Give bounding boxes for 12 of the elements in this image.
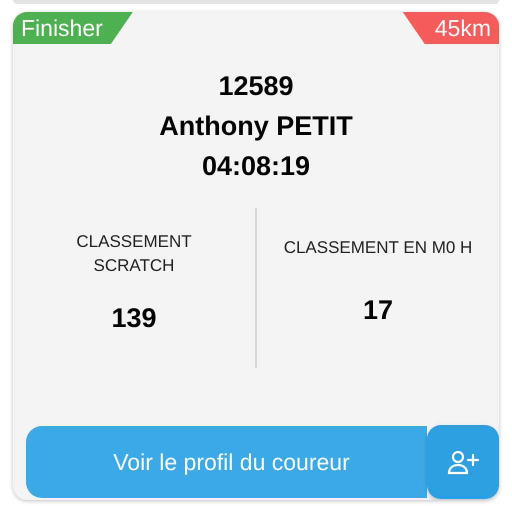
add-user-button[interactable] (427, 425, 499, 499)
finish-time: 04:08:19 (202, 150, 310, 183)
distance-badge: 45km (402, 12, 499, 44)
ranking-value: 17 (362, 294, 394, 327)
ranking-label: CLASSEMENT SCRATCH (75, 231, 193, 277)
finisher-badge: Finisher (13, 12, 133, 44)
bib-number: 12589 (218, 70, 294, 103)
runner-name: Anthony PETIT (159, 110, 353, 143)
add-user-icon (447, 449, 479, 475)
ranking-label: CLASSEMENT EN M0 H (284, 237, 472, 259)
profile-button[interactable]: Voir le profil du coureur (26, 426, 427, 498)
ranking-value: 139 (111, 302, 157, 335)
